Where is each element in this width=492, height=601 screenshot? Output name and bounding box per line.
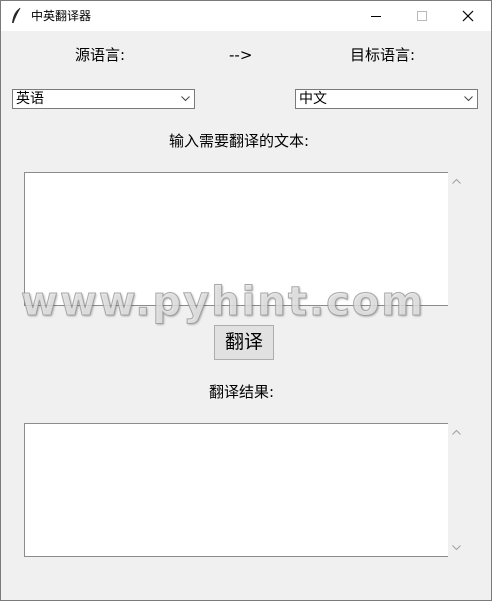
maximize-icon	[417, 11, 427, 21]
minimize-button[interactable]	[353, 1, 399, 31]
scroll-up-icon[interactable]	[452, 429, 461, 435]
target-language-select[interactable]: 中文	[295, 89, 478, 109]
direction-arrow: -->	[229, 46, 253, 64]
translator-window: 中英翻译器 源语言: --> 目标语言: 英语 中文 输入需要翻译的文本: 翻译…	[0, 0, 492, 601]
close-icon	[462, 10, 474, 22]
feather-icon	[12, 7, 21, 24]
scroll-down-icon[interactable]	[452, 545, 461, 551]
chevron-down-icon	[181, 96, 190, 102]
input-text-label: 输入需要翻译的文本:	[169, 132, 310, 150]
result-scrollbar[interactable]	[448, 423, 465, 557]
maximize-button[interactable]	[399, 1, 445, 31]
source-language-select[interactable]: 英语	[12, 89, 195, 109]
window-title: 中英翻译器	[31, 9, 92, 23]
result-textarea[interactable]	[24, 423, 448, 557]
close-button[interactable]	[445, 1, 491, 31]
watermark-text: www.pyhint.com	[21, 279, 426, 326]
minimize-icon	[371, 16, 381, 17]
source-language-label: 源语言:	[75, 46, 126, 64]
translate-button[interactable]: 翻译	[214, 325, 274, 360]
target-language-value: 中文	[299, 91, 327, 107]
target-language-label: 目标语言:	[350, 46, 416, 64]
title-bar: 中英翻译器	[1, 1, 491, 31]
result-label: 翻译结果:	[209, 383, 275, 401]
source-language-value: 英语	[16, 91, 44, 107]
chevron-down-icon	[464, 96, 473, 102]
scroll-up-icon[interactable]	[452, 178, 461, 184]
